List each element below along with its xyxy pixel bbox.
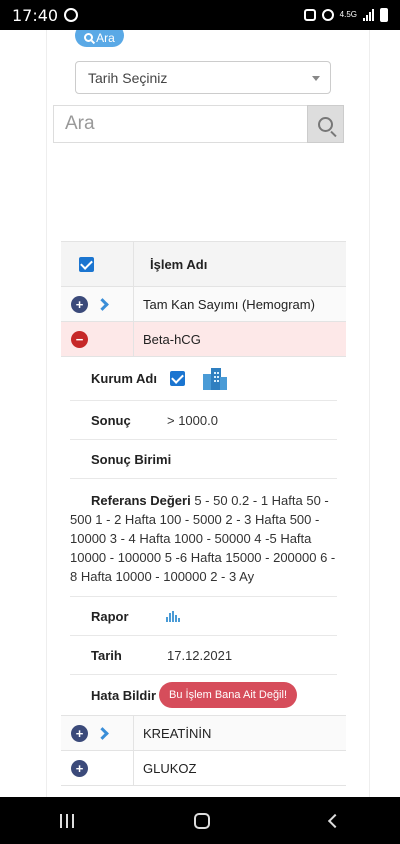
- recent-apps-icon[interactable]: [60, 813, 74, 828]
- ara-button[interactable]: Ara: [75, 30, 124, 47]
- sonuc-birimi-label: Sonuç Birimi: [91, 451, 172, 467]
- expand-button[interactable]: +: [71, 724, 88, 742]
- chevron-right-icon[interactable]: [96, 726, 109, 740]
- table-header: İşlem Adı: [61, 241, 346, 287]
- search-icon: [318, 116, 333, 132]
- date-select[interactable]: Tarih Seçiniz: [75, 61, 331, 94]
- detail-rapor: Rapor: [70, 597, 337, 636]
- date-select-value: Tarih Seçiniz: [88, 69, 168, 86]
- battery-icon: [380, 8, 388, 22]
- detail-kurum: Kurum Adı: [70, 357, 337, 401]
- kurum-label: Kurum Adı: [91, 371, 157, 386]
- alarm-icon: [321, 9, 334, 21]
- row-detail: Kurum Adı Sonuç > 1000.0 Sonuç Birimi Re…: [61, 357, 346, 716]
- home-icon[interactable]: [194, 812, 210, 829]
- page-content: Ara Tarih Seçiniz Ara İşlem Adı + Tam Ka…: [0, 30, 400, 797]
- row-name[interactable]: Beta-hCG: [134, 322, 346, 356]
- chevron-right-icon[interactable]: [96, 297, 109, 311]
- chevron-down-icon: [312, 76, 320, 81]
- expand-button[interactable]: +: [71, 759, 88, 777]
- network-type: 4.5G: [339, 10, 357, 19]
- detail-referans: Referans Değeri 5 - 50 0.2 - 1 Hafta 50 …: [70, 479, 337, 597]
- row-name[interactable]: KREATİNİN: [134, 716, 346, 750]
- tarih-value: 17.12.2021: [167, 647, 233, 663]
- detail-hata: Hata Bildir Bu İşlem Bana Ait Değil!: [70, 675, 337, 715]
- detail-sonuc: Sonuç > 1000.0: [70, 401, 337, 440]
- bar-chart-icon[interactable]: [166, 610, 180, 622]
- collapse-button[interactable]: −: [71, 330, 88, 348]
- tarih-label: Tarih: [91, 647, 122, 663]
- table-row: + Tam Kan Sayımı (Hemogram): [61, 287, 346, 322]
- detail-sonuc-birimi: Sonuç Birimi: [70, 440, 337, 479]
- row-name[interactable]: GLUKOZ: [134, 751, 346, 785]
- results-table: İşlem Adı + Tam Kan Sayımı (Hemogram) − …: [61, 241, 346, 786]
- lock-icon: [303, 9, 316, 21]
- status-bar: 17:40 4.5G: [0, 0, 400, 30]
- status-time: 17:40: [12, 5, 59, 25]
- status-icons: 4.5G: [303, 8, 388, 22]
- row-name[interactable]: Tam Kan Sayımı (Hemogram): [134, 287, 346, 321]
- rapor-label: Rapor: [91, 608, 129, 624]
- sonuc-value: > 1000.0: [167, 412, 218, 428]
- referans-label: Referans Değeri: [91, 493, 191, 508]
- search-button[interactable]: [307, 105, 344, 143]
- ara-button-label: Ara: [96, 30, 115, 45]
- building-icon: [203, 367, 227, 390]
- search-input[interactable]: Ara: [53, 105, 307, 143]
- select-all-checkbox[interactable]: [79, 256, 94, 272]
- detail-tarih: Tarih 17.12.2021: [70, 636, 337, 675]
- hata-label: Hata Bildir: [91, 687, 157, 703]
- search-input-placeholder: Ara: [65, 113, 95, 134]
- search-icon: [84, 33, 94, 42]
- back-icon[interactable]: [327, 813, 343, 828]
- sonuc-label: Sonuç: [91, 412, 131, 428]
- kurum-checkbox[interactable]: [170, 371, 185, 386]
- signal-icon: [363, 9, 374, 21]
- report-error-button[interactable]: Bu İşlem Bana Ait Değil!: [159, 682, 298, 708]
- table-row-expanded: − Beta-hCG: [61, 322, 346, 357]
- expand-button[interactable]: +: [71, 295, 88, 313]
- column-header-islem-adi: İşlem Adı: [150, 256, 208, 272]
- whatsapp-icon: [64, 8, 79, 22]
- system-nav-bar: [0, 797, 400, 844]
- table-row: + GLUKOZ: [61, 751, 346, 786]
- table-row: + KREATİNİN: [61, 716, 346, 751]
